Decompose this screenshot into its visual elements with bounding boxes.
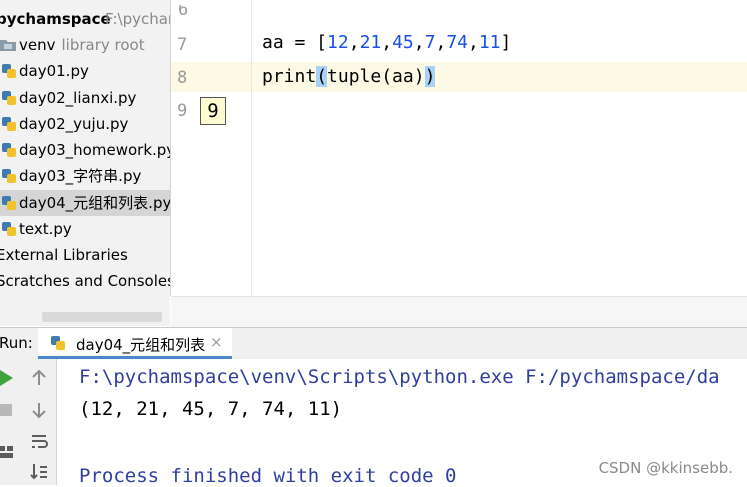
line-number: 6 [178, 5, 189, 15]
line-number: 8 [177, 68, 188, 88]
tree-item-label: day03_homework.py [19, 141, 171, 159]
code-token: aa = [ [262, 32, 328, 53]
editor-bottom-area [171, 296, 747, 327]
matched-paren: ( [316, 66, 328, 87]
tree-item-note: library root [61, 36, 145, 54]
tree-item-label: day01.py [19, 62, 89, 80]
tree-item-external-libraries[interactable]: External Libraries [0, 242, 170, 268]
tree-item-label: day03_字符串.py [19, 167, 142, 185]
line-9-highlight: 9 [200, 97, 226, 125]
python-file-icon [2, 169, 16, 183]
python-file-icon [2, 196, 16, 210]
console-output-line: (12, 21, 45, 7, 74, 11) [79, 398, 343, 420]
up-arrow-icon[interactable] [28, 367, 50, 389]
console-exit-line: Process finished with exit code 0 [79, 465, 457, 487]
python-file-icon [2, 64, 16, 78]
tree-item-file-selected[interactable]: day04_元组和列表.py [0, 190, 170, 216]
tree-item-venv[interactable]: venv library root [0, 32, 170, 58]
python-file-icon [51, 336, 65, 350]
code-number: 21 [359, 32, 382, 53]
project-root-label: pychamspace [0, 10, 111, 28]
line-number: 7 [177, 35, 188, 55]
folder-icon [0, 40, 16, 51]
run-label: Run: [0, 334, 33, 352]
sort-icon[interactable] [28, 461, 50, 483]
layout-icon[interactable] [0, 441, 17, 463]
tree-item-file[interactable]: day02_yuju.py [0, 111, 170, 137]
tree-item-file[interactable]: day02_lianxi.py [0, 85, 170, 111]
watermark: CSDN @kkinsebb. [598, 459, 733, 477]
tree-item-label: Scratches and Consoles [0, 272, 171, 290]
code-line-8[interactable]: print(tuple(aa)) [262, 66, 436, 87]
code-token: tuple(aa) [327, 66, 425, 87]
wrap-icon[interactable] [28, 431, 50, 453]
run-side-toolbar [0, 359, 57, 485]
tree-item-label: venv [19, 36, 56, 54]
run-tab-label: day04_元组和列表 [76, 336, 206, 354]
run-tab[interactable]: day04_元组和列表 × [38, 328, 232, 359]
tree-item-label: day02_yuju.py [19, 115, 129, 133]
line-number: 9 [177, 101, 188, 121]
tree-item-file[interactable]: text.py [0, 216, 170, 242]
tree-item-label: External Libraries [0, 246, 128, 264]
code-number: 11 [478, 32, 501, 53]
close-icon[interactable]: × [210, 333, 223, 351]
python-file-icon [2, 143, 16, 157]
code-number: 7 [424, 32, 436, 53]
code-token: print [262, 66, 317, 87]
tree-item-label: day02_lianxi.py [19, 89, 137, 107]
code-token: ] [500, 32, 512, 53]
python-file-icon [2, 91, 16, 105]
project-tree: pychamspace F:\pychar venv library root d… [0, 0, 171, 296]
run-icon[interactable] [0, 367, 17, 389]
stop-icon[interactable] [0, 399, 17, 421]
code-number: 74 [446, 32, 468, 53]
code-number: 12 [327, 32, 349, 53]
python-file-icon [2, 222, 16, 236]
tree-item-scratches[interactable]: Scratches and Consoles [0, 268, 170, 294]
tree-item-file[interactable]: day03_homework.py [0, 137, 170, 163]
tree-item-label: day04_元组和列表.py [19, 194, 171, 212]
python-file-icon [2, 117, 16, 131]
code-number: 45 [392, 32, 414, 53]
tree-item-label: text.py [19, 220, 72, 238]
down-arrow-icon[interactable] [28, 399, 50, 421]
project-root-path: F:\pychar [105, 10, 171, 28]
tree-item-file[interactable]: day01.py [0, 58, 170, 84]
code-line-7[interactable]: aa = [12,21,45,7,74,11] [262, 32, 511, 53]
horizontal-scrollbar[interactable] [42, 312, 162, 322]
tree-item-file[interactable]: day03_字符串.py [0, 163, 170, 189]
run-toolbar-header: Run: day04_元组和列表 × [0, 327, 747, 360]
console-command-line: F:\pychamspace\venv\Scripts\python.exe F… [79, 366, 720, 388]
matched-paren: ) [424, 66, 436, 87]
